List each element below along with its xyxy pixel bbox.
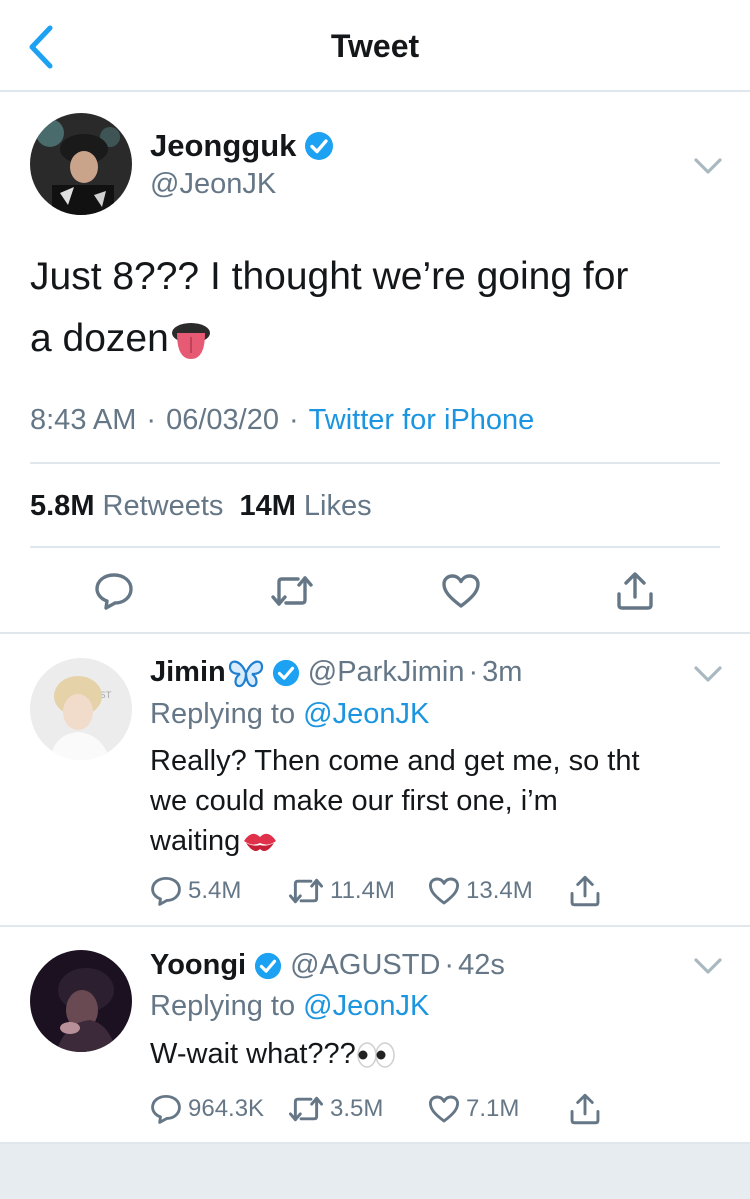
verified-badge-icon [255,952,282,979]
reply-actions: 5.4M 11.4M 13.4M [150,874,602,908]
divider [30,546,720,548]
share-action[interactable] [568,1092,602,1126]
like-icon[interactable] [441,573,481,609]
page-title: Tweet [330,28,420,64]
reply-text-line: we could make our first one, i’m [150,785,558,817]
reply-author-name[interactable]: Jimin [150,656,226,689]
retweet-icon [288,1096,324,1122]
retweet-count: 3.5M [330,1095,384,1122]
meta-separator: · [444,949,455,981]
likes-stat[interactable]: 14M Likes [239,490,373,523]
chevron-down-icon[interactable] [690,954,726,978]
replying-to-link[interactable]: @JeonJK [303,698,429,730]
tweet-date: 06/03/20 [166,404,279,436]
tweet-text: Just 8??? I thought we’re going for a do… [30,246,710,370]
reply-text: W-wait what??? [150,1034,710,1074]
verified-badge-icon [272,659,299,686]
divider [0,925,750,927]
reply-header: Jimin @ParkJimin · 3m [150,656,522,689]
likes-label: Likes [303,490,372,522]
reply-count: 5.4M [188,877,242,904]
butterfly-emoji [228,660,263,687]
retweets-stat[interactable]: 5.8M Retweets [30,490,225,523]
timeline-footer [0,1144,750,1199]
author-name-row: Jeongguk [150,128,334,164]
like-icon [428,877,460,905]
divider [0,632,750,634]
chevron-down-icon[interactable] [690,154,726,178]
reply-text: Really? Then come and get me, so tht we … [150,741,710,861]
retweets-label: Retweets [102,490,224,522]
share-icon [570,1093,600,1125]
like-action[interactable]: 7.1M [428,1094,568,1124]
divider [30,462,720,464]
engagement-counts: 5.8M Retweets 14M Likes [30,490,374,523]
avatar[interactable]: ST [30,658,132,760]
kiss-emoji [244,834,277,852]
tweet-text-line: a dozen [30,317,169,360]
retweets-count: 5.8M [30,490,95,522]
reply-time: 3m [482,656,523,688]
avatar[interactable] [30,950,132,1052]
like-count: 13.4M [466,877,533,904]
replying-to-link[interactable]: @JeonJK [303,990,429,1022]
reply-actions: 964.3K 3.5M 7.1M [150,1092,602,1126]
replying-to-label: Replying to [150,698,296,730]
reply-author-handle[interactable]: @ParkJimin [308,656,465,689]
reply-action[interactable]: 964.3K [150,1094,288,1124]
reply-text-line: Really? Then come and get me, so tht [150,745,640,777]
likes-count: 14M [239,490,296,522]
reply-icon[interactable] [94,572,134,610]
reply-icon [151,876,181,906]
verified-badge-icon [305,132,334,160]
reply-text-line: W-wait what??? [150,1038,356,1070]
meta-separator: · [146,404,157,436]
reply-count: 964.3K [188,1095,265,1122]
retweet-action[interactable]: 3.5M [288,1095,428,1123]
retweet-count: 11.4M [330,877,395,904]
retweet-icon [288,878,324,904]
replying-to: Replying to @JeonJK [150,698,429,731]
tongue-emoji [171,322,210,359]
reply-text-line: waiting [150,825,241,857]
tweet-time: 8:43 AM [30,404,137,436]
tweet-text-line: Just 8??? I thought we’re going for [30,255,629,298]
reply-icon [151,1094,181,1124]
tweet-meta: 8:43 AM · 06/03/20 · Twitter for iPhone [30,404,534,437]
tweet-source-link[interactable]: Twitter for iPhone [309,404,535,437]
reply-header: Yoongi @AGUSTD · 42s [150,949,505,982]
replying-to-label: Replying to [150,990,296,1022]
reply-time: 42s [458,949,505,981]
reply-action[interactable]: 5.4M [150,876,288,906]
share-action[interactable] [568,874,602,908]
retweet-icon[interactable] [270,574,314,608]
like-icon [428,1095,460,1123]
meta-separator: · [468,656,479,688]
share-icon[interactable] [614,570,656,612]
chevron-down-icon[interactable] [690,662,726,686]
replying-to: Replying to @JeonJK [150,990,429,1023]
nav-bar: Tweet [0,0,750,92]
retweet-action[interactable]: 11.4M [288,877,428,905]
like-count: 7.1M [466,1095,520,1122]
reply-author-handle[interactable]: @AGUSTD [290,949,440,982]
reply-author-name[interactable]: Yoongi [150,949,246,982]
share-icon [570,875,600,907]
author-handle[interactable]: @JeonJK [150,168,276,201]
eyes-emoji [357,1042,395,1069]
author-name[interactable]: Jeongguk [150,128,296,164]
meta-separator: · [288,404,299,436]
like-action[interactable]: 13.4M [428,876,568,906]
avatar[interactable] [30,113,132,215]
